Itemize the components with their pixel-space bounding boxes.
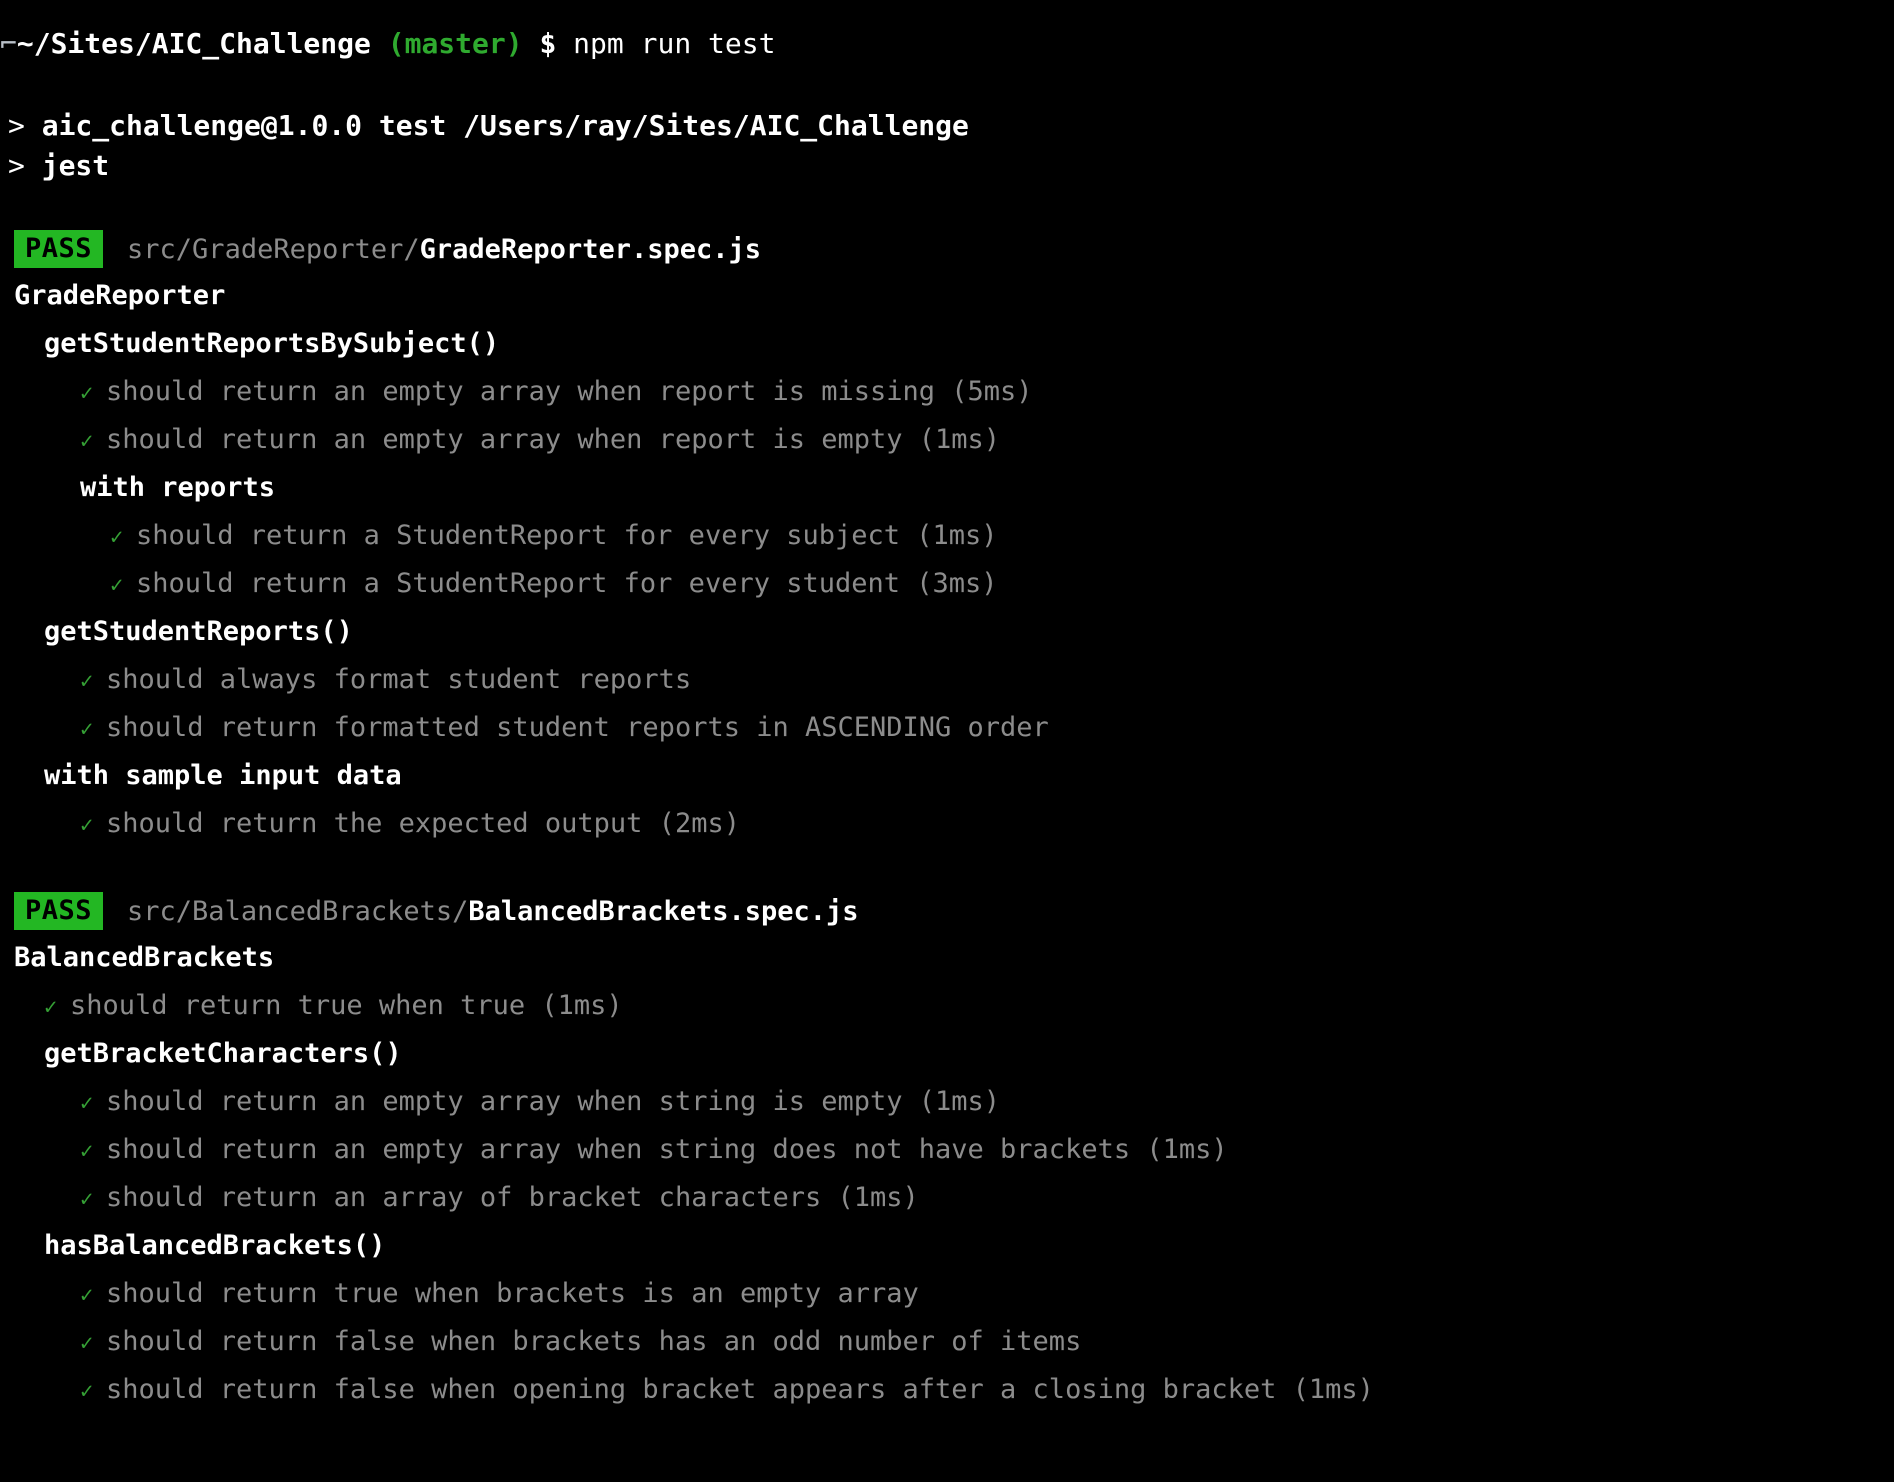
prompt-dollar-sign: $ bbox=[539, 27, 557, 60]
test-name: should return formatted student reports … bbox=[106, 712, 1049, 743]
suite-header: PASS src/BalancedBrackets/BalancedBracket… bbox=[0, 888, 1894, 934]
describe-block-label: getStudentReportsBySubject() bbox=[44, 328, 500, 359]
describe-block-label: getBracketCharacters() bbox=[44, 1038, 402, 1069]
chevron-right-icon: > bbox=[8, 149, 25, 182]
describe-block-label: with sample input data bbox=[44, 760, 402, 791]
test-name: should return false when brackets has an… bbox=[106, 1326, 1082, 1357]
check-icon: ✓ bbox=[80, 1283, 94, 1308]
test-name: should return an empty array when report… bbox=[106, 376, 1033, 407]
check-icon: ✓ bbox=[80, 381, 94, 406]
test-name: should return a StudentReport for every … bbox=[136, 520, 998, 551]
test-name: should return an empty array when report… bbox=[106, 424, 1001, 455]
test-result-row: ✓ should return an empty array when strin… bbox=[0, 1078, 1894, 1126]
check-icon: ✓ bbox=[80, 1379, 94, 1404]
test-result-row: ✓ should always format student reports bbox=[0, 656, 1894, 704]
describe-block-label: GradeReporter bbox=[14, 280, 226, 311]
test-result-row: ✓ should return the expected output (2ms) bbox=[0, 800, 1894, 848]
prompt-command: npm run test bbox=[573, 27, 776, 60]
test-name: should return false when opening bracket… bbox=[106, 1374, 1374, 1405]
prompt-bracket-icon: ⌐ bbox=[0, 27, 17, 60]
check-icon: ✓ bbox=[80, 717, 94, 742]
check-icon: ✓ bbox=[110, 525, 124, 550]
test-name: should return an empty array when string… bbox=[106, 1086, 1001, 1117]
test-name: should return the expected output (2ms) bbox=[106, 808, 740, 839]
shell-prompt-line: ⌐~/Sites/AIC_Challenge (master) $ npm ru… bbox=[0, 0, 1894, 66]
check-icon: ✓ bbox=[80, 1331, 94, 1356]
npm-output-line: > aic_challenge@1.0.0 test /Users/ray/Si… bbox=[0, 106, 1894, 146]
test-result-row: ✓ should return a StudentReport for every… bbox=[0, 512, 1894, 560]
suite-gap bbox=[0, 848, 1894, 888]
npm-output-text: jest bbox=[41, 149, 110, 182]
check-icon: ✓ bbox=[110, 573, 124, 598]
test-result-row: ✓ should return an array of bracket chara… bbox=[0, 1174, 1894, 1222]
test-result-row: ✓ should return an empty array when repor… bbox=[0, 416, 1894, 464]
check-icon: ✓ bbox=[80, 813, 94, 838]
check-icon: ✓ bbox=[80, 669, 94, 694]
suite-path-filename: BalancedBrackets.spec.js bbox=[468, 895, 859, 927]
test-result-row: ✓ should return false when brackets has a… bbox=[0, 1318, 1894, 1366]
chevron-right-icon: > bbox=[8, 109, 25, 142]
npm-output-block: > aic_challenge@1.0.0 test /Users/ray/Si… bbox=[0, 106, 1894, 186]
test-name: should return an empty array when string… bbox=[106, 1134, 1228, 1165]
suite-file-path: src/BalancedBrackets/BalancedBrackets.sp… bbox=[127, 896, 859, 927]
test-result-row: ✓ should return an empty array when strin… bbox=[0, 1126, 1894, 1174]
check-icon: ✓ bbox=[80, 1139, 94, 1164]
terminal-window: ⌐~/Sites/AIC_Challenge (master) $ npm ru… bbox=[0, 0, 1894, 1482]
describe-block-label: BalancedBrackets bbox=[14, 942, 275, 973]
status-badge: PASS bbox=[14, 892, 104, 930]
test-name: should always format student reports bbox=[106, 664, 692, 695]
suite-header: PASS src/GradeReporter/GradeReporter.spec… bbox=[0, 226, 1894, 272]
describe-block-label: with reports bbox=[80, 472, 276, 503]
test-result-row: ✓ should return formatted student reports… bbox=[0, 704, 1894, 752]
test-result-row: ✓ should return a StudentReport for every… bbox=[0, 560, 1894, 608]
suite-path-directory: src/BalancedBrackets/ bbox=[127, 895, 469, 927]
check-icon: ✓ bbox=[80, 429, 94, 454]
prompt-working-directory: ~/Sites/AIC_Challenge bbox=[16, 27, 371, 60]
npm-output-text: aic_challenge@1.0.0 test /Users/ray/Site… bbox=[41, 109, 969, 142]
check-icon: ✓ bbox=[80, 1187, 94, 1212]
test-result-row: ✓ should return true when true (1ms) bbox=[0, 982, 1894, 1030]
test-name: should return a StudentReport for every … bbox=[136, 568, 998, 599]
test-name: should return true when brackets is an e… bbox=[106, 1278, 919, 1309]
check-icon: ✓ bbox=[80, 1091, 94, 1116]
test-name: should return true when true (1ms) bbox=[70, 990, 623, 1021]
check-icon: ✓ bbox=[44, 995, 58, 1020]
suite-file-path: src/GradeReporter/GradeReporter.spec.js bbox=[127, 234, 761, 265]
test-result-row: ✓ should return true when brackets is an … bbox=[0, 1270, 1894, 1318]
test-result-row: ✓ should return an empty array when repor… bbox=[0, 368, 1894, 416]
describe-block-label: hasBalancedBrackets() bbox=[44, 1230, 386, 1261]
prompt-git-branch: (master) bbox=[387, 27, 523, 60]
test-result-row: ✓ should return false when opening bracke… bbox=[0, 1366, 1894, 1414]
jest-suite-list: PASS src/GradeReporter/GradeReporter.spec… bbox=[0, 226, 1894, 1414]
suite-path-directory: src/GradeReporter/ bbox=[127, 233, 420, 265]
npm-output-line: > jest bbox=[0, 146, 1894, 186]
test-name: should return an array of bracket charac… bbox=[106, 1182, 919, 1213]
suite-path-filename: GradeReporter.spec.js bbox=[419, 233, 762, 265]
describe-block-label: getStudentReports() bbox=[44, 616, 353, 647]
status-badge: PASS bbox=[14, 230, 104, 268]
